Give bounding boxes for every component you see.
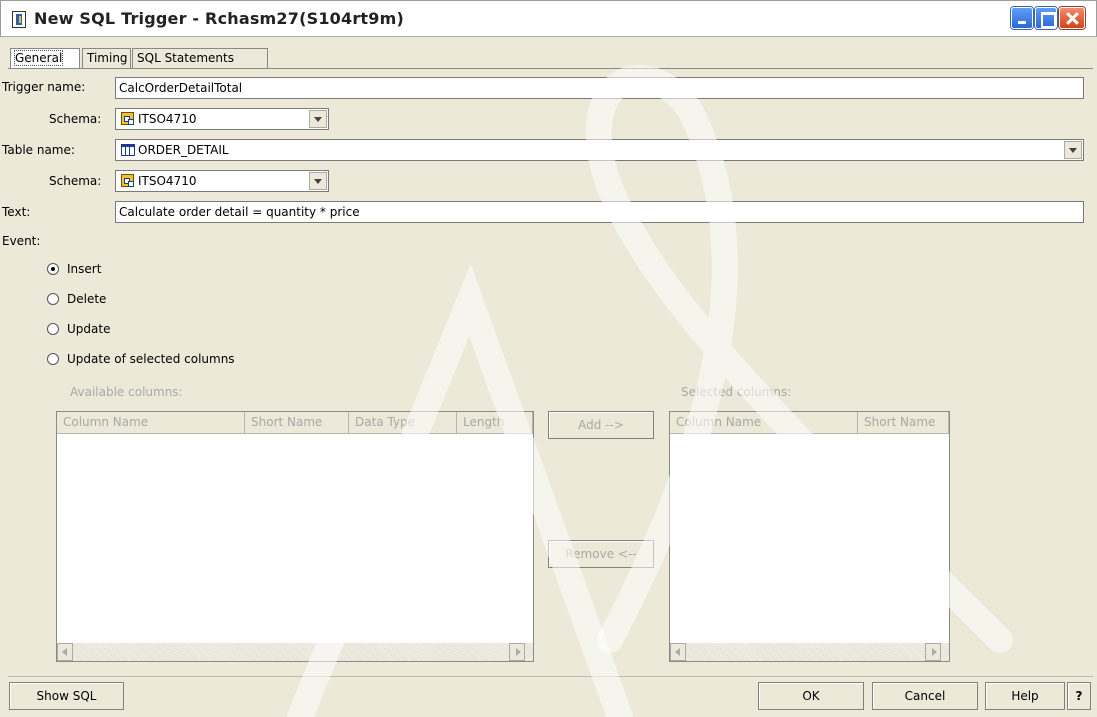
available-columns-table[interactable]: Column Name Short Name Data Type Length bbox=[56, 411, 534, 662]
chevron-down-icon[interactable] bbox=[309, 172, 327, 190]
radio-update-label: Update bbox=[67, 322, 111, 336]
ok-button[interactable]: OK bbox=[758, 682, 864, 710]
selected-columns-label: Selected columns: bbox=[681, 385, 792, 399]
column-header[interactable]: Data Type bbox=[349, 412, 457, 434]
help-button[interactable]: Help bbox=[985, 682, 1065, 710]
chevron-down-icon[interactable] bbox=[309, 110, 327, 128]
tab-timing[interactable]: Timing bbox=[82, 48, 131, 68]
chevron-down-icon[interactable] bbox=[1064, 141, 1082, 159]
tab-divider bbox=[8, 68, 1093, 69]
available-columns-label: Available columns: bbox=[70, 385, 183, 399]
radio-update[interactable] bbox=[47, 323, 59, 335]
column-header[interactable]: Column Name bbox=[670, 412, 858, 434]
window-title: New SQL Trigger - Rchasm27(S104rt9m) bbox=[34, 9, 404, 28]
trigger-name-input[interactable]: CalcOrderDetailTotal bbox=[115, 77, 1084, 99]
table-name-value: ORDER_DETAIL bbox=[138, 143, 229, 157]
table-name-select[interactable]: ORDER_DETAIL bbox=[115, 139, 1084, 161]
column-header[interactable]: Short Name bbox=[245, 412, 349, 434]
table-schema-value: ITSO4710 bbox=[138, 174, 197, 188]
scroll-right-icon[interactable] bbox=[925, 643, 941, 661]
table-icon bbox=[121, 144, 135, 156]
minimize-button[interactable] bbox=[1011, 7, 1033, 29]
app-icon bbox=[12, 11, 26, 28]
tab-general[interactable]: General bbox=[10, 48, 80, 68]
table-schema-select[interactable]: ITSO4710 bbox=[115, 170, 329, 192]
scroll-left-icon[interactable] bbox=[57, 643, 73, 661]
radio-delete-label: Delete bbox=[67, 292, 107, 306]
maximize-button[interactable] bbox=[1035, 7, 1057, 29]
cancel-button[interactable]: Cancel bbox=[872, 682, 978, 710]
add-button[interactable]: Add --> bbox=[548, 411, 654, 439]
show-sql-button[interactable]: Show SQL bbox=[9, 682, 124, 710]
trigger-schema-select[interactable]: ITSO4710 bbox=[115, 108, 329, 130]
table-schema-label: Schema: bbox=[49, 174, 102, 188]
event-label: Event: bbox=[2, 234, 41, 248]
context-help-button[interactable]: ? bbox=[1067, 682, 1091, 710]
trigger-schema-value: ITSO4710 bbox=[138, 112, 197, 126]
trigger-schema-label: Schema: bbox=[49, 112, 102, 126]
tab-sql-statements[interactable]: SQL Statements bbox=[132, 48, 268, 68]
trigger-name-label: Trigger name: bbox=[2, 80, 86, 94]
radio-update-selected-columns[interactable] bbox=[47, 353, 59, 365]
column-header[interactable]: Column Name bbox=[57, 412, 245, 434]
schema-icon bbox=[121, 112, 134, 125]
remove-button[interactable]: Remove <-- bbox=[548, 540, 654, 568]
scroll-left-icon[interactable] bbox=[670, 643, 686, 661]
radio-insert[interactable] bbox=[47, 263, 59, 275]
radio-insert-label: Insert bbox=[67, 262, 102, 276]
horizontal-scrollbar[interactable] bbox=[57, 643, 533, 661]
bottom-divider bbox=[8, 676, 1093, 677]
horizontal-scrollbar[interactable] bbox=[670, 643, 949, 661]
column-header[interactable]: Length bbox=[457, 412, 533, 434]
schema-icon bbox=[121, 174, 134, 187]
title-bar: New SQL Trigger - Rchasm27(S104rt9m) bbox=[0, 0, 1097, 37]
scroll-right-icon[interactable] bbox=[509, 643, 525, 661]
text-input[interactable]: Calculate order detail = quantity * pric… bbox=[115, 201, 1084, 223]
table-name-label: Table name: bbox=[2, 143, 75, 157]
radio-delete[interactable] bbox=[47, 293, 59, 305]
selected-columns-table[interactable]: Column Name Short Name bbox=[669, 411, 950, 662]
column-header[interactable]: Short Name bbox=[858, 412, 949, 434]
text-label: Text: bbox=[2, 205, 31, 219]
close-button[interactable] bbox=[1059, 7, 1085, 29]
radio-update-selected-columns-label: Update of selected columns bbox=[67, 352, 235, 366]
